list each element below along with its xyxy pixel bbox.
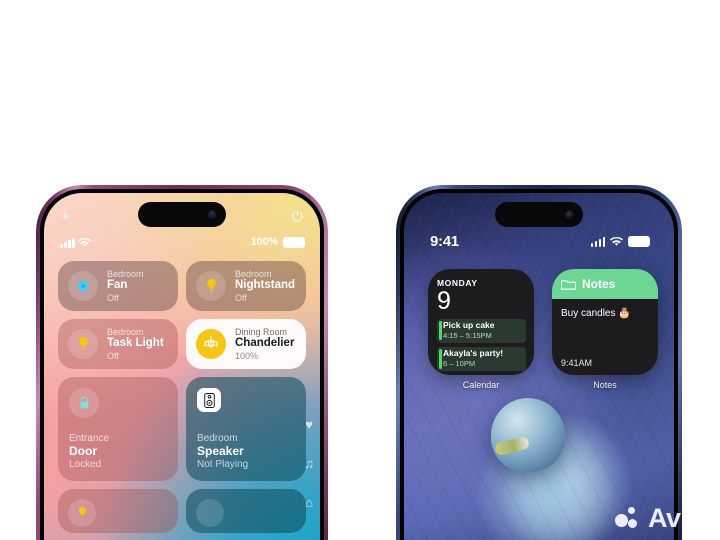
heart-icon[interactable]: ♥ [305, 418, 313, 431]
avito-wordmark: Avito [648, 503, 713, 533]
tile-task-light[interactable]: Bedroom Task Light Off [58, 319, 178, 369]
calendar-event-list: Pick up cake 4:15 – 5:15PM Akayla's part… [437, 318, 526, 372]
wallpaper-flower-bud [491, 397, 566, 472]
calendar-event[interactable]: Pick up cake 4:15 – 5:15PM [437, 318, 526, 343]
event-title: Akayla's party! [443, 348, 504, 359]
dynamic-island-left [138, 202, 226, 227]
status-right-group: 100% [251, 236, 305, 248]
dynamic-island-right [495, 202, 583, 227]
home-accessory-grid-overflow [58, 489, 306, 533]
tile-partial-right[interactable] [186, 489, 306, 533]
music-note-icon[interactable]: ♫ [304, 457, 314, 470]
tile-fan[interactable]: Bedroom Fan Off [58, 261, 178, 311]
avito-watermark: Avito [615, 503, 713, 533]
phone-left-screen: + ⏻ 100% Bedroom Fan Off Bedroom Nightst… [44, 193, 320, 540]
tile-name: Fan [107, 279, 128, 292]
event-time: 4:15 – 5:15PM [443, 330, 492, 340]
tile-nightstand[interactable]: Bedroom Nightstand Off [186, 261, 306, 311]
tile-name: Chandelier [235, 337, 295, 350]
event-time: 6 – 10PM [443, 359, 476, 369]
home-screen-widgets: MONDAY 9 Pick up cake 4:15 – 5:15PM Akay… [428, 269, 658, 390]
cellular-bars-icon [590, 236, 605, 247]
battery-full-icon [283, 236, 305, 248]
bulb-icon [68, 329, 98, 359]
front-camera-icon [208, 210, 217, 219]
note-timestamp: 9:41AM [561, 358, 593, 368]
add-accessory-button[interactable]: + [61, 209, 70, 224]
tile-partial-left[interactable] [58, 489, 178, 533]
phone-left: + ⏻ 100% Bedroom Fan Off Bedroom Nightst… [36, 185, 328, 540]
tile-name: Speaker [197, 443, 244, 458]
status-bar-left: 100% [44, 236, 320, 252]
calendar-day-number: 9 [437, 287, 451, 315]
widget-calendar-group: MONDAY 9 Pick up cake 4:15 – 5:15PM Akay… [428, 269, 534, 390]
chandelier-icon [196, 329, 226, 359]
accessory-icon [196, 499, 224, 527]
speaker-icon [197, 388, 221, 412]
folder-icon [561, 280, 576, 290]
tile-name: Task Light [107, 337, 164, 350]
tile-room: Entrance [69, 433, 110, 445]
phone-right: 9:41 MONDAY 9 Pick up cake 4:15 – 5:15PM… [396, 185, 682, 540]
tile-state: Off [235, 292, 247, 303]
bulb-icon [196, 271, 226, 301]
tile-room: Dining Room [235, 327, 288, 338]
home-icon[interactable]: ⌂ [305, 496, 313, 509]
status-clock: 9:41 [430, 233, 459, 250]
event-title: Pick up cake [443, 320, 495, 330]
tile-state: Locked [69, 458, 102, 470]
tile-state: Not Playing [197, 458, 249, 470]
wifi-icon [77, 238, 91, 247]
tile-name: Nightstand [235, 279, 296, 292]
wifi-icon [610, 236, 623, 246]
tile-door[interactable]: Entrance Door Locked [58, 377, 178, 481]
tile-room: Bedroom [197, 433, 238, 445]
status-right-group [590, 236, 650, 247]
tile-room: Bedroom [107, 269, 144, 280]
calendar-event[interactable]: Akayla's party! 6 – 10PM [437, 346, 526, 372]
tile-state: Off [107, 292, 119, 303]
tile-chandelier[interactable]: Dining Room Chandelier 100% [186, 319, 306, 369]
tile-name: Door [69, 443, 97, 458]
home-accessory-grid: Bedroom Fan Off Bedroom Nightstand Off B… [58, 261, 306, 481]
tile-room: Bedroom [107, 327, 144, 338]
widget-label-notes: Notes [593, 380, 617, 390]
battery-percent-label: 100% [250, 236, 279, 248]
tile-state: Off [107, 350, 119, 361]
bulb-icon [68, 499, 96, 527]
phone-right-screen: 9:41 MONDAY 9 Pick up cake 4:15 – 5:15PM… [404, 193, 674, 540]
front-camera-icon [565, 210, 574, 219]
home-side-icon-rail: ♥ ♫ ⌂ [304, 418, 314, 509]
widget-calendar[interactable]: MONDAY 9 Pick up cake 4:15 – 5:15PM Akay… [428, 269, 534, 375]
notes-header-title: Notes [582, 277, 616, 291]
status-left-group [60, 238, 91, 248]
tile-speaker[interactable]: Bedroom Speaker Not Playing [186, 377, 306, 481]
screenshot-canvas: + ⏻ 100% Bedroom Fan Off Bedroom Nightst… [0, 0, 720, 540]
notes-widget-header: Notes [552, 269, 658, 299]
widget-notes-group: Notes Buy candles 🎂 9:41AM Notes [552, 269, 658, 390]
widget-label-calendar: Calendar [462, 380, 500, 390]
avito-dots-logo [615, 506, 641, 532]
cellular-bars-icon [60, 238, 75, 248]
widget-notes[interactable]: Notes Buy candles 🎂 9:41AM [552, 269, 658, 375]
power-icon[interactable]: ⏻ [292, 209, 303, 223]
notes-widget-body: Buy candles 🎂 9:41AM [552, 299, 658, 375]
lock-icon [69, 388, 99, 418]
note-text: Buy candles 🎂 [561, 308, 631, 319]
tile-state: 100% [235, 350, 259, 361]
tile-room: Bedroom [235, 269, 272, 280]
fan-icon [68, 271, 98, 301]
battery-full-icon [628, 236, 650, 247]
